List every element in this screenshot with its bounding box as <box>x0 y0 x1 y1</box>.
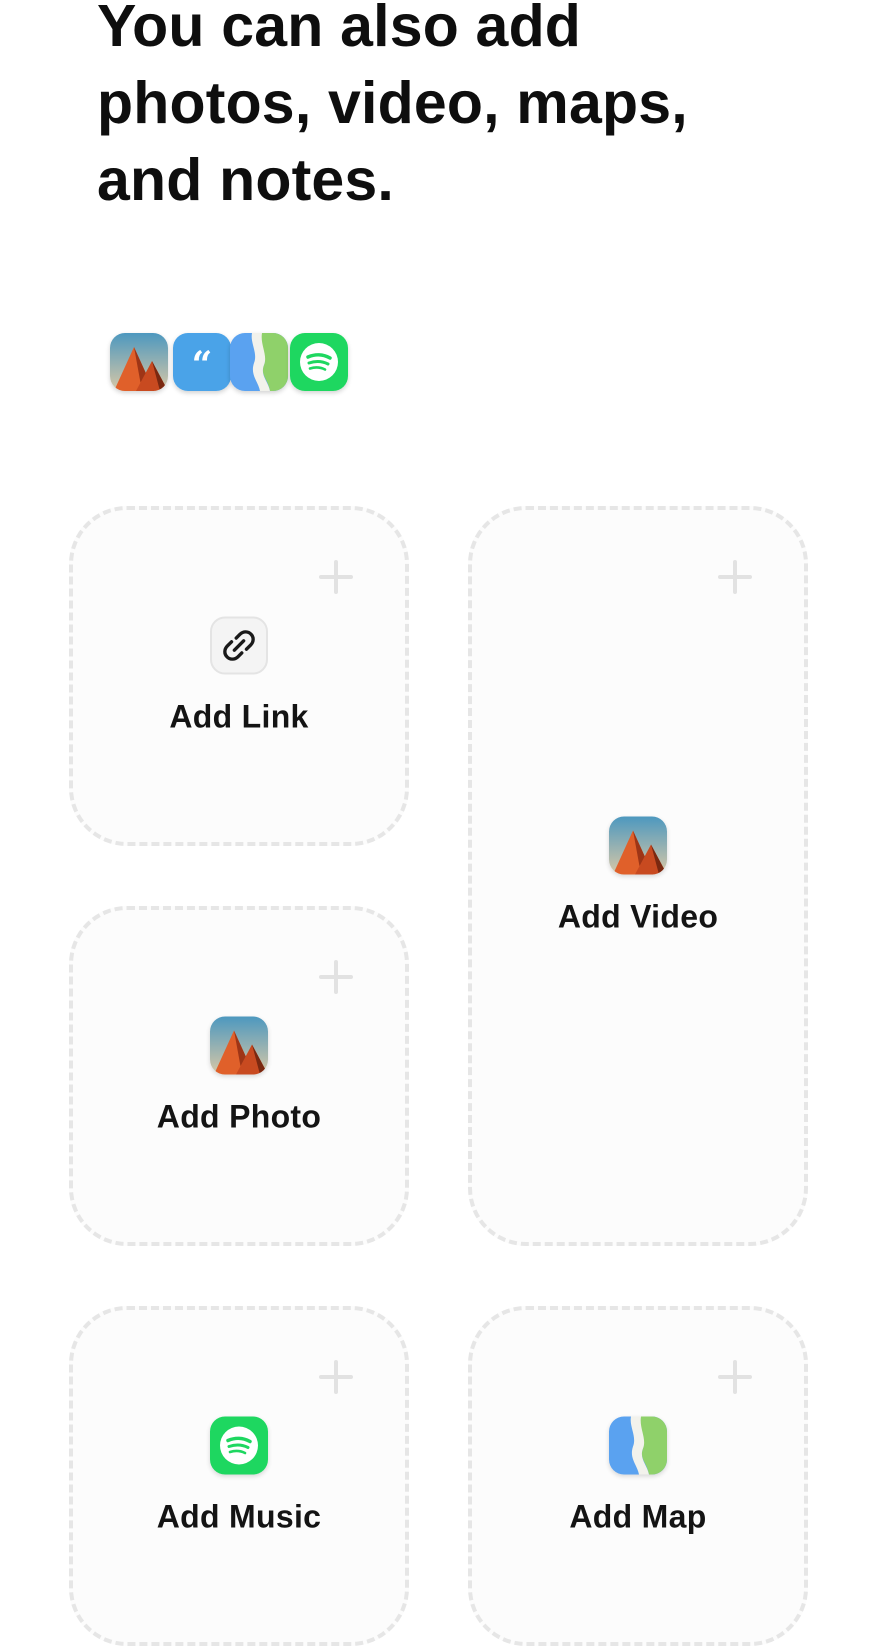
plus-icon <box>718 560 752 594</box>
svg-text:“: “ <box>192 344 213 386</box>
add-map-content: Add Map <box>472 1416 804 1536</box>
spotify-icon <box>290 333 348 391</box>
link-icon <box>210 616 268 675</box>
plus-icon <box>319 560 353 594</box>
add-music-label: Add Music <box>156 1498 322 1535</box>
add-link-content: Add Link <box>73 616 405 736</box>
page-headline: You can also add photos, video, maps, an… <box>97 0 797 219</box>
add-photo-content: Add Photo <box>73 1016 405 1136</box>
spotify-icon <box>210 1416 268 1475</box>
photo-icon <box>110 333 168 391</box>
headline-line-3: and notes. <box>97 147 395 213</box>
add-photo-label: Add Photo <box>156 1098 322 1135</box>
add-video-label: Add Video <box>557 898 719 935</box>
add-link-card[interactable]: Add Link <box>69 506 409 846</box>
add-music-card[interactable]: Add Music <box>69 1306 409 1646</box>
headline-line-2: photos, video, maps, <box>97 70 688 136</box>
plus-icon <box>319 960 353 994</box>
add-map-card[interactable]: Add Map <box>468 1306 808 1646</box>
plus-icon <box>319 1360 353 1394</box>
add-map-label: Add Map <box>569 1498 707 1535</box>
add-music-content: Add Music <box>73 1416 405 1536</box>
add-photo-card[interactable]: Add Photo <box>69 906 409 1246</box>
photo-icon <box>210 1016 268 1075</box>
headline-line-1: You can also add <box>97 0 582 59</box>
quote-icon: “ <box>173 333 231 391</box>
photo-icon <box>609 816 667 875</box>
add-video-content: Add Video <box>472 816 804 936</box>
map-icon <box>609 1416 667 1475</box>
map-icon <box>230 333 288 391</box>
add-link-label: Add Link <box>169 698 309 735</box>
plus-icon <box>718 1360 752 1394</box>
add-video-card[interactable]: Add Video <box>468 506 808 1246</box>
